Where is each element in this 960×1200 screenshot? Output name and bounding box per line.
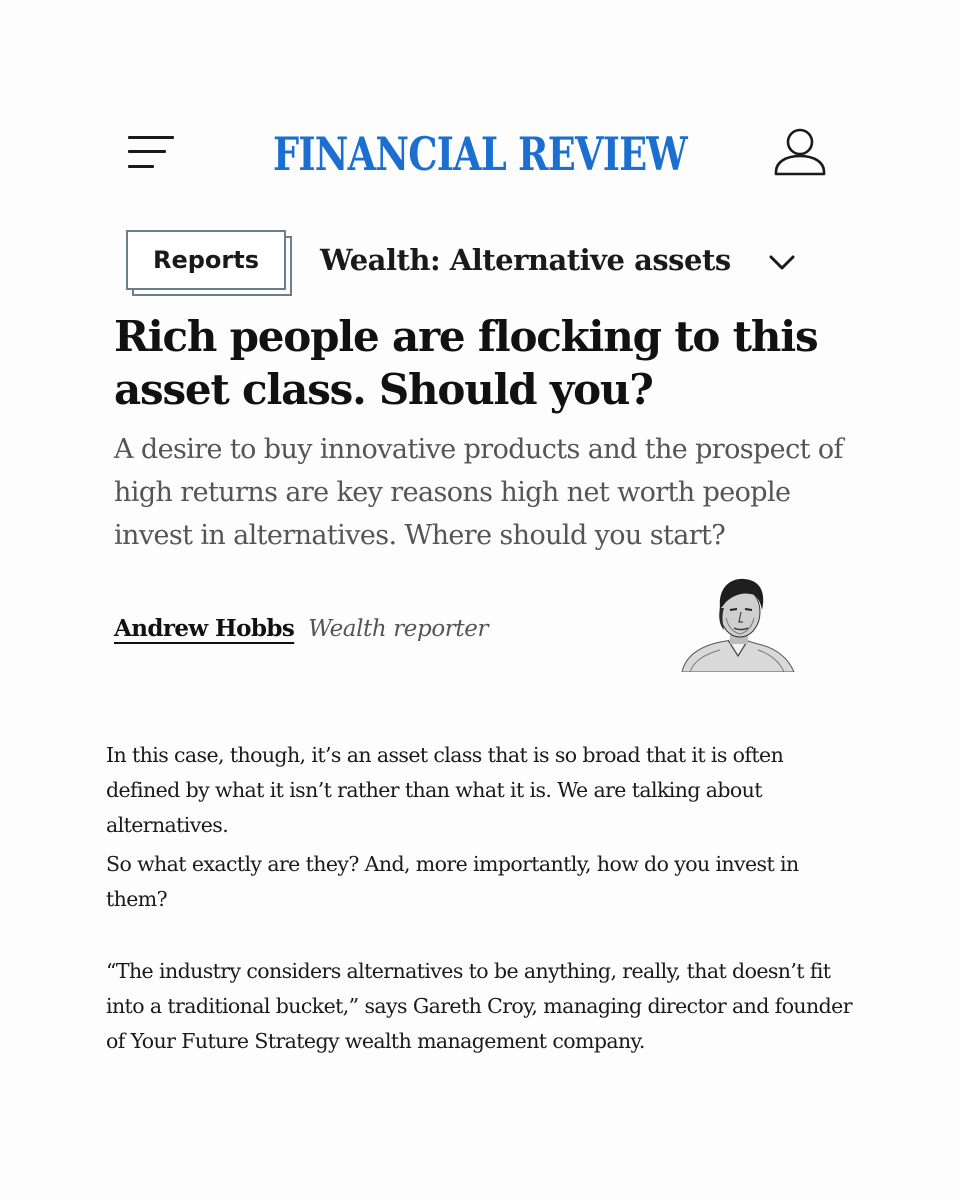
article-standfirst: A desire to buy innovative products and … xyxy=(114,434,843,551)
user-account-icon xyxy=(774,128,826,176)
reports-button[interactable]: Reports xyxy=(126,230,286,290)
author-avatar xyxy=(680,574,796,673)
user-account-button[interactable] xyxy=(772,124,828,180)
section-expand-button[interactable] xyxy=(766,246,798,278)
author-role: Wealth reporter xyxy=(308,616,489,642)
article-paragraph: In this case, though, it’s an asset clas… xyxy=(106,743,784,837)
section-title[interactable]: Wealth: Alternative assets xyxy=(320,238,731,282)
article-headline: Rich people are flocking to this asset c… xyxy=(114,312,819,414)
byline: Andrew Hobbs Wealth reporter xyxy=(114,615,488,655)
menu-button[interactable] xyxy=(128,136,176,174)
article-paragraph: So what exactly are they? And, more impo… xyxy=(106,852,799,911)
author-name-link[interactable]: Andrew Hobbs xyxy=(114,615,295,642)
chevron-down-icon xyxy=(769,255,795,270)
section-badge: Reports xyxy=(126,230,294,298)
site-logo[interactable]: FINANCIAL REVIEW xyxy=(240,124,720,184)
article-paragraph: “The industry considers alternatives to … xyxy=(106,959,853,1053)
hamburger-menu-icon xyxy=(128,136,174,139)
